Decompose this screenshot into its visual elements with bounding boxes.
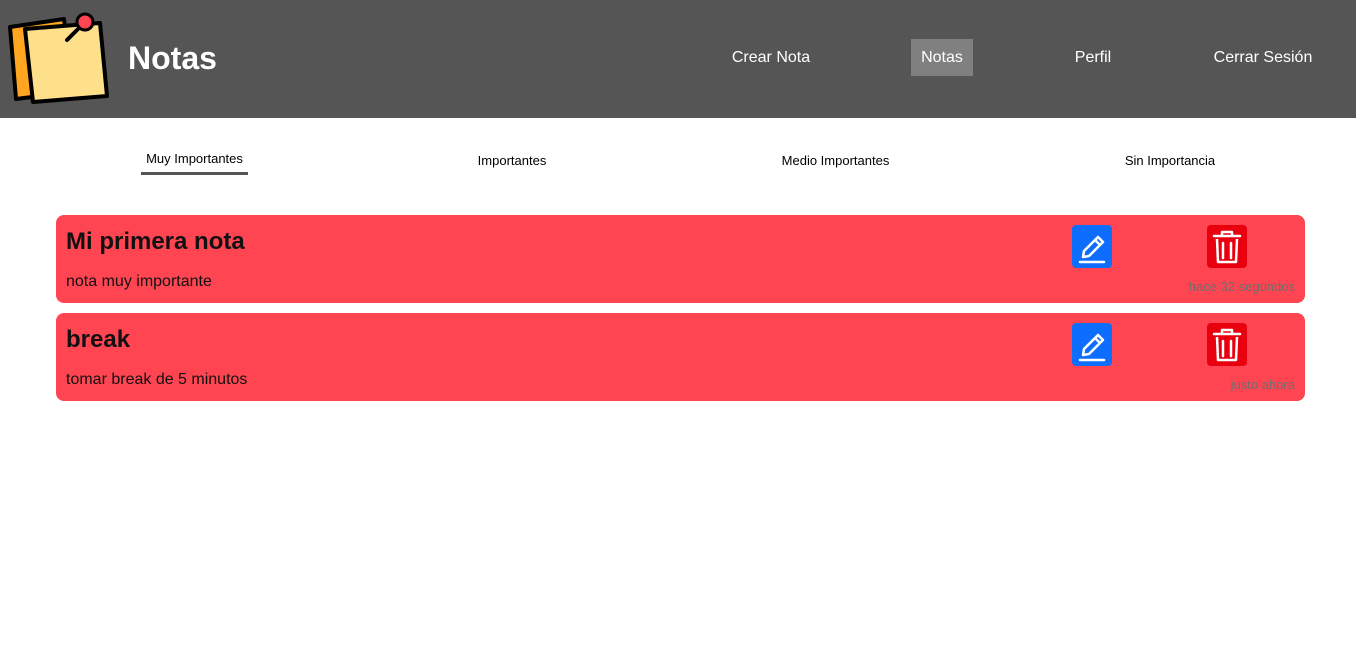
trash-icon — [1212, 328, 1242, 362]
tab-sin-importancia[interactable]: Sin Importancia — [1118, 151, 1222, 177]
delete-note-button[interactable] — [1207, 225, 1247, 268]
pencil-icon — [1078, 235, 1106, 264]
tab-importantes[interactable]: Importantes — [470, 151, 554, 177]
trash-icon — [1212, 230, 1242, 264]
note-timestamp: hace 32 segundos — [1188, 279, 1295, 294]
note-title: Mi primera nota — [66, 228, 245, 255]
note-title: break — [66, 326, 131, 353]
nav-notas[interactable]: Notas — [911, 39, 973, 76]
note-card: Mi primera nota nota muy importante hace… — [56, 215, 1305, 303]
nav-cerrar-sesion[interactable]: Cerrar Sesión — [1204, 39, 1322, 76]
app-title: Notas — [128, 40, 217, 76]
note-card: break tomar break de 5 minutos justo aho… — [56, 313, 1305, 401]
edit-note-button[interactable] — [1072, 225, 1112, 268]
note-body: nota muy importante — [66, 273, 212, 290]
delete-note-button[interactable] — [1207, 323, 1247, 366]
tab-muy-importantes[interactable]: Muy Importantes — [141, 149, 248, 175]
sticky-notes-logo-icon[interactable] — [6, 10, 112, 106]
note-body: tomar break de 5 minutos — [66, 371, 248, 388]
nav-crear-nota[interactable]: Crear Nota — [724, 39, 818, 76]
tab-medio-importantes[interactable]: Medio Importantes — [775, 151, 896, 177]
edit-note-button[interactable] — [1072, 323, 1112, 366]
nav-perfil[interactable]: Perfil — [1064, 39, 1122, 76]
top-navbar: Notas Crear Nota Notas Perfil Cerrar Ses… — [0, 0, 1356, 118]
pencil-icon — [1078, 333, 1106, 362]
note-timestamp: justo ahora — [1230, 377, 1295, 392]
